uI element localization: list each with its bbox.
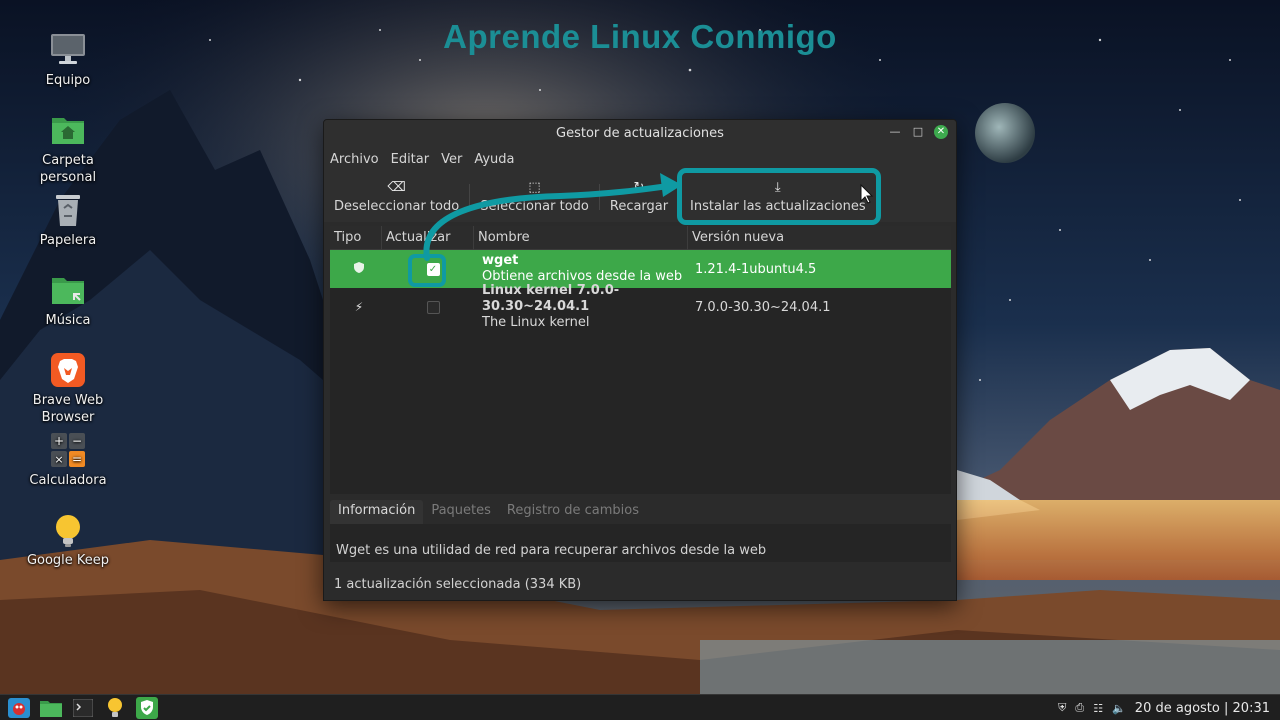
network-icon[interactable]: ☷ bbox=[1093, 702, 1103, 715]
clock-time: 20:31 bbox=[1232, 700, 1270, 716]
system-tray: ⛨ ⎙ ☷ 🔈 20 de agosto | 20:31 bbox=[1058, 695, 1270, 720]
taskbar-keep[interactable] bbox=[100, 695, 130, 720]
printer-icon[interactable]: ⎙ bbox=[1075, 701, 1084, 715]
mouse-cursor-icon bbox=[860, 183, 874, 204]
taskbar-update-manager[interactable] bbox=[132, 695, 162, 720]
clock-separator: | bbox=[1224, 700, 1229, 716]
update-shield-icon bbox=[136, 696, 158, 719]
folder-icon bbox=[40, 700, 62, 717]
start-menu-button[interactable] bbox=[4, 695, 34, 720]
menu-logo-icon bbox=[8, 697, 30, 718]
taskbar-terminal[interactable] bbox=[68, 695, 98, 720]
volume-icon[interactable]: 🔈 bbox=[1112, 702, 1126, 715]
keep-icon bbox=[108, 697, 122, 717]
taskbar-files[interactable] bbox=[36, 695, 66, 720]
clock[interactable]: 20 de agosto | 20:31 bbox=[1135, 701, 1270, 716]
terminal-icon bbox=[73, 698, 93, 717]
shield-tray-icon[interactable]: ⛨ bbox=[1058, 701, 1066, 715]
taskbar: ⛨ ⎙ ☷ 🔈 20 de agosto | 20:31 bbox=[0, 694, 1280, 720]
annotation-arrow bbox=[423, 173, 874, 261]
clock-date: 20 de agosto bbox=[1134, 700, 1220, 716]
